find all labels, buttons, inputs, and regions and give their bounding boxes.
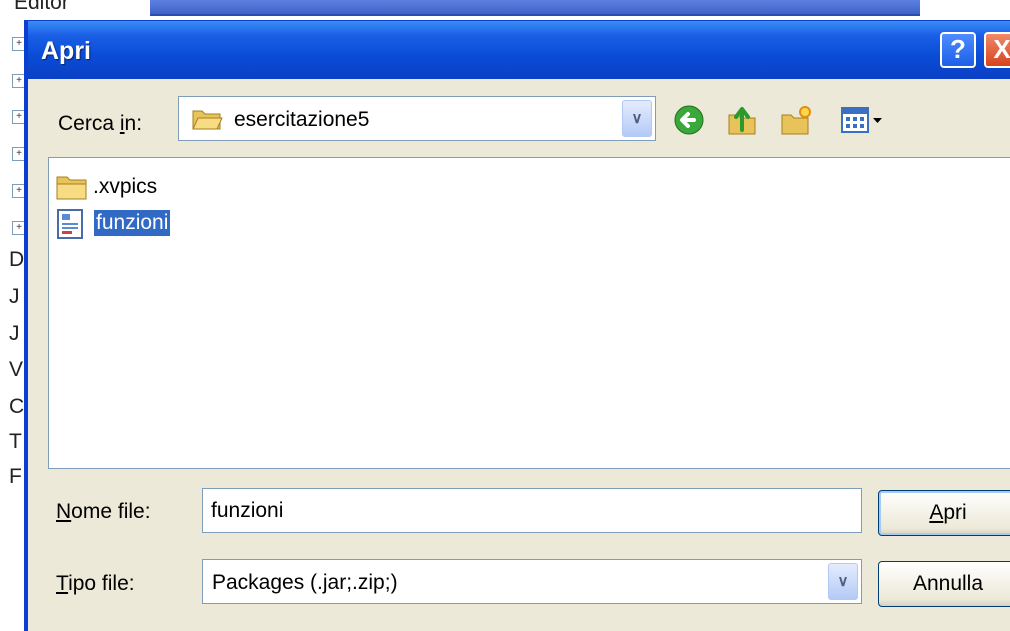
look-in-label: Cerca in:: [58, 112, 143, 135]
look-in-value: esercitazione5: [234, 108, 370, 131]
folder-icon: [56, 176, 87, 200]
help-icon: ?: [950, 34, 966, 64]
file-type-dropdown[interactable]: Packages (.jar;.zip;) ∨: [202, 559, 862, 604]
background-label: F: [9, 465, 22, 488]
open-button[interactable]: Apri: [878, 490, 1010, 536]
cancel-button[interactable]: Annulla: [878, 561, 1010, 607]
background-label: J: [9, 285, 20, 308]
up-folder-icon[interactable]: [725, 103, 759, 137]
background-label: T: [9, 430, 22, 453]
help-button[interactable]: ?: [940, 32, 976, 68]
background-menu-text: Editor: [14, 0, 69, 14]
background-label: C: [9, 395, 25, 418]
dialog-title: Apri: [41, 37, 91, 65]
file-type-label: Tipo file:: [56, 572, 135, 595]
file-name-field[interactable]: [202, 488, 862, 533]
background-label: J: [9, 322, 20, 345]
chevron-down-icon[interactable]: ∨: [828, 563, 858, 600]
folder-open-icon: [192, 110, 223, 130]
java-package-icon: [57, 209, 83, 239]
file-type-value: Packages (.jar;.zip;): [212, 571, 398, 594]
open-file-dialog: Apri ? X Cerca in: esercitazione5 ∨ .xvp…: [24, 20, 1010, 631]
new-folder-icon[interactable]: [779, 103, 813, 137]
title-bar[interactable]: Apri ? X: [28, 21, 1010, 79]
background-label: V: [9, 358, 24, 381]
view-menu-icon[interactable]: [839, 103, 887, 137]
look-in-dropdown[interactable]: esercitazione5 ∨: [178, 96, 656, 141]
background-title-strip: [150, 0, 920, 16]
chevron-down-icon[interactable]: ∨: [622, 100, 652, 137]
close-button[interactable]: X: [984, 32, 1010, 68]
background-label: D: [9, 248, 25, 271]
close-icon: X: [993, 34, 1010, 64]
file-name: funzioni: [92, 209, 172, 237]
file-name: .xvpics: [93, 175, 158, 198]
file-name-label: Nome file:: [56, 500, 151, 523]
back-arrow-icon[interactable]: [672, 103, 706, 137]
file-list[interactable]: .xvpics funzioni: [48, 157, 1010, 469]
